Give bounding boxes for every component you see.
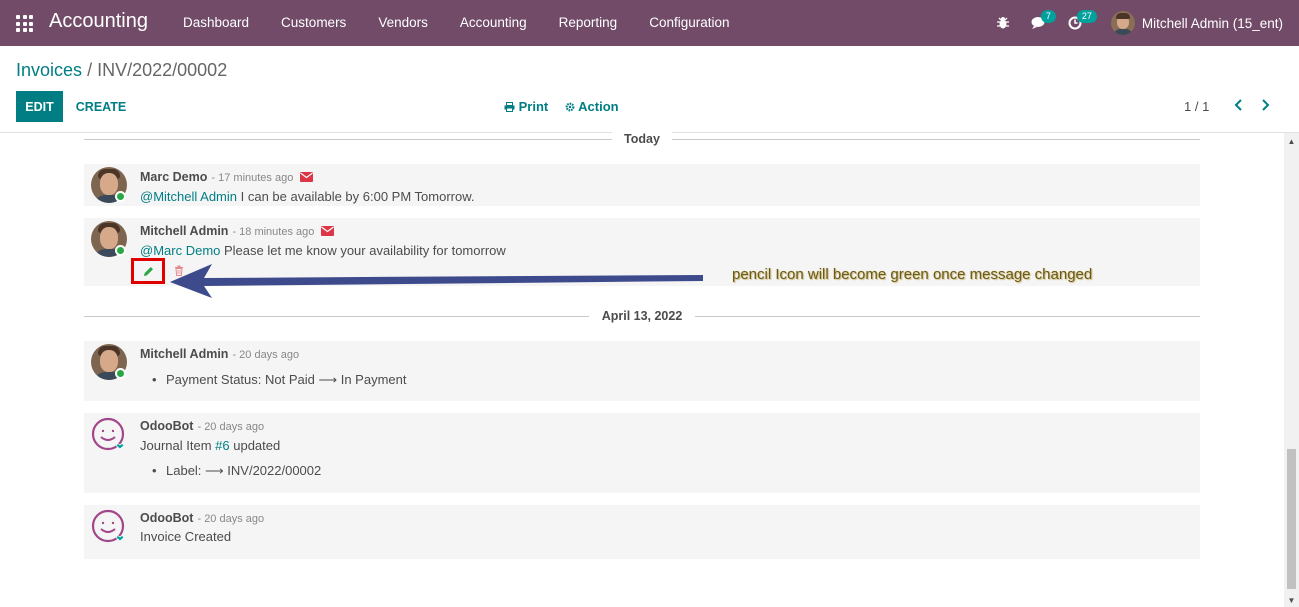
breadcrumb-invoices-link[interactable]: Invoices	[16, 60, 82, 80]
chevron-left-icon	[1234, 99, 1242, 111]
edit-button[interactable]: EDIT	[16, 91, 63, 122]
message-author: Mitchell Admin - 18 minutes ago	[140, 224, 335, 239]
breadcrumb-separator: /	[87, 60, 93, 80]
action-label: Action	[578, 99, 619, 114]
menu-item-configuration[interactable]: Configuration	[633, 0, 745, 46]
menu-item-accounting[interactable]: Accounting	[444, 0, 543, 46]
message-text: Journal Item	[140, 438, 216, 453]
debug-bug-icon[interactable]	[989, 0, 1017, 46]
edit-message-button[interactable]	[131, 258, 165, 284]
scroll-down-arrow-icon[interactable]: ▼	[1284, 596, 1299, 605]
message-body: @Marc Demo Please let me know your avail…	[140, 243, 506, 258]
messages-count-badge: 7	[1040, 10, 1056, 23]
message-text: updated	[229, 438, 281, 453]
envelope-icon	[321, 225, 335, 239]
author-name[interactable]: Mitchell Admin	[140, 224, 228, 238]
pager-next-button[interactable]	[1261, 96, 1271, 117]
message-time: - 20 days ago	[197, 421, 265, 433]
online-status-dot	[115, 245, 126, 256]
mention-link[interactable]: @Marc Demo	[140, 243, 220, 258]
message-author: Mitchell Admin - 20 days ago	[140, 347, 299, 361]
odoobot-avatar[interactable]	[91, 417, 127, 453]
pager-previous-button[interactable]	[1233, 96, 1243, 117]
print-label: Print	[518, 99, 549, 114]
mention-link[interactable]: @Mitchell Admin	[140, 189, 237, 204]
breadcrumb-current: INV/2022/00002	[97, 60, 228, 80]
chatter-message: OdooBot - 20 days ago Journal Item #6 upd…	[84, 413, 1200, 493]
menu-item-customers[interactable]: Customers	[265, 0, 362, 46]
message-text: I can be available by 6:00 PM Tomorrow.	[237, 189, 475, 204]
message-author: Marc Demo - 17 minutes ago	[140, 170, 314, 185]
chevron-right-icon	[1262, 99, 1270, 111]
menu-item-dashboard[interactable]: Dashboard	[167, 0, 265, 46]
action-button[interactable]: Action	[565, 99, 619, 114]
printer-icon	[504, 102, 515, 112]
date-separator-today: Today	[612, 132, 672, 146]
online-status-dot	[115, 368, 126, 379]
online-status-dot	[115, 191, 126, 202]
create-button[interactable]: CREATE	[70, 91, 132, 122]
gear-icon	[565, 102, 575, 112]
main-menu: Dashboard Customers Vendors Accounting R…	[167, 0, 746, 46]
journal-item-link[interactable]: #6	[215, 438, 229, 453]
message-time: - 20 days ago	[232, 349, 300, 361]
scroll-thumb[interactable]	[1287, 449, 1296, 589]
message-time: - 18 minutes ago	[232, 226, 315, 238]
message-author: OdooBot - 20 days ago	[140, 419, 264, 433]
user-menu[interactable]: Mitchell Admin (15_ent)	[1110, 11, 1283, 35]
systray: 7 27 Mitchell Admin (15_ent)	[989, 0, 1299, 46]
annotation-text: pencil Icon will become green once messa…	[732, 266, 1093, 283]
activity-clock-icon[interactable]: 27	[1061, 0, 1097, 46]
pencil-icon	[143, 266, 153, 276]
scroll-up-arrow-icon[interactable]: ▲	[1284, 137, 1299, 146]
author-name[interactable]: Marc Demo	[140, 170, 207, 184]
message-body: Journal Item #6 updated	[140, 438, 280, 453]
message-text: Please let me know your availability for…	[220, 243, 506, 258]
author-name[interactable]: Mitchell Admin	[140, 347, 228, 361]
message-body: Invoice Created	[140, 529, 232, 544]
messaging-icon[interactable]: 7	[1025, 0, 1056, 46]
chatter-message: Marc Demo - 17 minutes ago @Mitchell Admi…	[84, 164, 1200, 206]
activities-count-badge: 27	[1076, 10, 1097, 23]
pager-value[interactable]: 1 / 1	[1184, 99, 1209, 114]
user-name: Mitchell Admin (15_ent)	[1141, 15, 1283, 31]
message-time: - 20 days ago	[197, 513, 265, 525]
author-name[interactable]: OdooBot	[140, 511, 193, 525]
date-separator-april-13: April 13, 2022	[589, 309, 695, 323]
odoobot-avatar[interactable]	[91, 509, 127, 545]
message-author: OdooBot - 20 days ago	[140, 511, 264, 525]
annotation-arrow	[170, 262, 705, 305]
scrollbar[interactable]: ▲ ▼	[1284, 133, 1299, 607]
message-body: @Mitchell Admin I can be available by 6:…	[140, 189, 475, 204]
tracking-value: Payment Status: Not Paid ⟶ In Payment	[152, 372, 406, 388]
tracking-value: Label: ⟶ INV/2022/00002	[152, 463, 321, 479]
top-navbar: Accounting Dashboard Customers Vendors A…	[0, 0, 1299, 46]
message-time: - 17 minutes ago	[211, 172, 294, 184]
menu-item-vendors[interactable]: Vendors	[362, 0, 444, 46]
chatter-message: OdooBot - 20 days ago Invoice Created	[84, 505, 1200, 559]
breadcrumb: Invoices / INV/2022/00002	[16, 60, 227, 81]
author-name[interactable]: OdooBot	[140, 419, 193, 433]
print-button[interactable]: Print	[504, 99, 548, 114]
app-name[interactable]: Accounting	[49, 10, 148, 33]
envelope-icon	[300, 171, 314, 185]
app-switcher-icon[interactable]	[16, 15, 33, 32]
menu-item-reporting[interactable]: Reporting	[543, 0, 634, 46]
user-avatar	[1110, 11, 1135, 35]
chatter-message: Mitchell Admin - 20 days ago Payment Stat…	[84, 341, 1200, 401]
